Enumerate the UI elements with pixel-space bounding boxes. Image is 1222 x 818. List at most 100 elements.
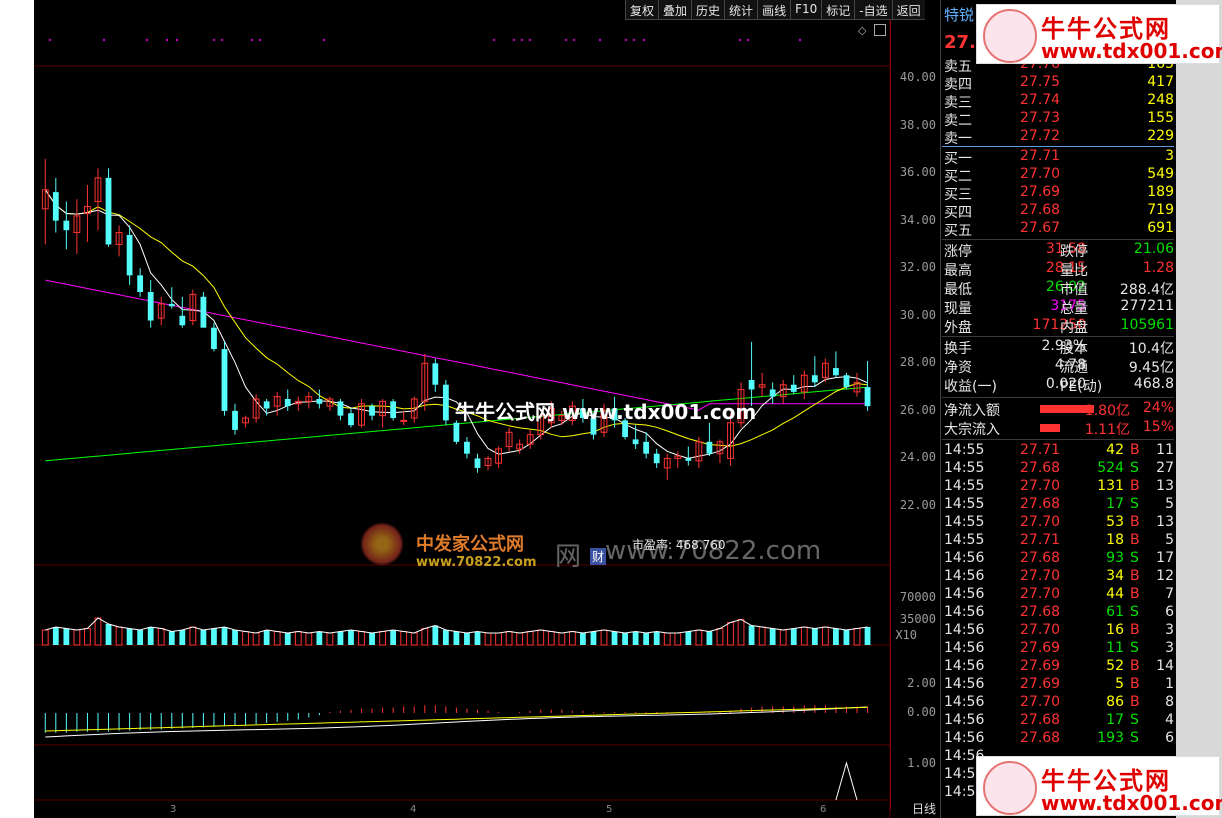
toolbar-button[interactable]: 统计 [724, 0, 758, 20]
quote-cell: 6 [1165, 730, 1174, 746]
quote-cell: 27.71 [1020, 532, 1061, 548]
stock-name[interactable]: 特锐 [944, 4, 974, 25]
quote-cell: 719 [1147, 202, 1174, 218]
signal-dot [572, 38, 576, 42]
tick-trade-row[interactable]: 14:56 27.70 34 B 12 [944, 568, 1174, 586]
quote-cell: 最高 [944, 263, 972, 279]
volume-bar [748, 625, 755, 645]
quote-cell: 大宗流入 [944, 422, 1000, 438]
order-book-sell-row[interactable]: 卖一 27.72 229 [944, 128, 1174, 147]
cai-badge[interactable]: 财 [590, 548, 607, 565]
quote-cell: 14:55 [944, 514, 985, 530]
candle-body [63, 220, 70, 231]
quote-cell: S [1130, 496, 1139, 512]
volume-bar [294, 631, 302, 646]
tick-trade-row[interactable]: 14:55 27.71 42 B 11 [944, 442, 1174, 460]
order-book-buy-row[interactable]: 买一 27.71 3 [944, 148, 1174, 167]
quote-cell: 10.4亿 [1128, 341, 1174, 357]
period-label[interactable]: 日线 [912, 800, 936, 817]
signal-dot [798, 38, 802, 42]
quote-cell: 跌停 [1060, 244, 1088, 260]
quote-cell: 14:56 [944, 658, 985, 674]
volume-bar [273, 631, 281, 646]
tick-trade-row[interactable]: 14:56 27.68 193 S 6 [944, 730, 1174, 748]
signal-dot [642, 38, 646, 42]
order-book-sell-row[interactable]: 卖二 27.73 155 [944, 110, 1174, 129]
tick-trade-row[interactable]: 14:56 27.70 86 B 8 [944, 694, 1174, 712]
flow-bar [1040, 405, 1094, 413]
toolbar-button[interactable]: 返回 [891, 0, 925, 20]
tick-trade-row[interactable]: 14:56 27.70 44 B 7 [944, 586, 1174, 604]
diamond-icon[interactable]: ◇ [858, 24, 866, 37]
cow-icon [983, 9, 1037, 63]
brand-logo-top: 牛牛公式网 www.tdx001.com [976, 4, 1222, 64]
quote-cell: 14 [1156, 658, 1174, 674]
indicator-tick: 1.00 [907, 756, 936, 770]
order-book-buy-row[interactable]: 买五 27.67 691 [944, 220, 1174, 239]
quote-cell: 18 [1106, 532, 1124, 548]
volume-bar [758, 626, 766, 646]
candle-body [221, 349, 228, 411]
stat-row[interactable]: 现量 3175 总量 277211 [944, 298, 1174, 317]
stat-row[interactable]: 净资 4.78 流通 9.45亿 [944, 357, 1174, 376]
right-side-panel [1176, 0, 1222, 818]
quote-cell: 288.4亿 [1119, 282, 1174, 298]
toolbar-button[interactable]: 标记 [821, 0, 855, 20]
quote-cell: 1.11亿 [1084, 422, 1130, 438]
toolbar-button[interactable]: 叠加 [658, 0, 692, 20]
quote-cell: S [1130, 460, 1139, 476]
toolbar-button[interactable]: F10 [790, 0, 822, 20]
stat-row[interactable]: 收益(一) 0.020 PE(动) 468.8 [944, 376, 1174, 395]
volume-bar [580, 633, 586, 645]
volume-bar [115, 626, 123, 646]
stat-row[interactable]: 涨停 31.58 跌停 21.06 [944, 241, 1174, 260]
tick-trade-row[interactable]: 14:55 27.68 524 S 27 [944, 460, 1174, 478]
toolbar-button[interactable]: -自选 [854, 0, 892, 20]
tick-trade-row[interactable]: 14:56 27.70 16 B 3 [944, 622, 1174, 640]
order-book-buy-row[interactable]: 买四 27.68 719 [944, 202, 1174, 221]
order-book-sell-row[interactable]: 卖三 27.74 248 [944, 92, 1174, 111]
quote-cell: 27.68 [1020, 460, 1061, 476]
tick-trade-row[interactable]: 14:56 27.69 5 B 1 [944, 676, 1174, 694]
tick-trade-row[interactable]: 14:56 27.69 11 S 3 [944, 640, 1174, 658]
tick-trade-row[interactable]: 14:56 27.68 93 S 17 [944, 550, 1174, 568]
quote-cell: PE(动) [1060, 379, 1103, 395]
candle-body [769, 389, 776, 397]
volume-bar [464, 633, 470, 645]
quote-cell: 27.68 [1020, 202, 1061, 218]
candle-body [390, 401, 397, 419]
stat-row[interactable]: 换手 2.93% 股本 10.4亿 [944, 338, 1174, 357]
quote-cell: 17 [1106, 496, 1124, 512]
order-book-buy-row[interactable]: 买二 27.70 549 [944, 166, 1174, 185]
quote-cell: 27.69 [1020, 658, 1061, 674]
toolbar-button[interactable]: 历史 [691, 0, 725, 20]
tick-trade-row[interactable]: 14:55 27.70 53 B 13 [944, 514, 1174, 532]
quote-cell: 涨停 [944, 244, 972, 260]
quote-cell: 27.70 [1020, 694, 1061, 710]
tick-trade-row[interactable]: 14:56 27.68 17 S 4 [944, 712, 1174, 730]
volume-bar [547, 631, 555, 646]
quote-cell: 9.45亿 [1128, 360, 1174, 376]
volume-bar [811, 628, 818, 645]
candle-body [263, 401, 270, 409]
signal-dot [528, 38, 532, 42]
stat-row[interactable]: 最高 28.15 量比 1.28 [944, 260, 1174, 279]
tick-trade-row[interactable]: 14:55 27.68 17 S 5 [944, 496, 1174, 514]
fazhan-flower-logo [360, 522, 404, 566]
volume-bar [622, 633, 628, 645]
order-book-sell-row[interactable]: 卖四 27.75 417 [944, 74, 1174, 93]
stat-row[interactable]: 外盘 171250 内盘 105961 [944, 317, 1174, 336]
candle-body [790, 384, 797, 392]
stat-row[interactable]: 最低 26.02 市值 288.4亿 [944, 279, 1174, 298]
tick-trade-row[interactable]: 14:56 27.69 52 B 14 [944, 658, 1174, 676]
volume-bar [821, 626, 829, 646]
tick-trade-row[interactable]: 14:55 27.71 18 B 5 [944, 532, 1174, 550]
window-toggle-icon[interactable] [874, 24, 886, 36]
tick-trade-row[interactable]: 14:56 27.68 61 S 6 [944, 604, 1174, 622]
toolbar-button[interactable]: 画线 [757, 0, 791, 20]
order-book-buy-row[interactable]: 买三 27.69 189 [944, 184, 1174, 203]
quote-cell: 27.74 [1020, 92, 1061, 108]
tick-trade-row[interactable]: 14:55 27.70 131 B 13 [944, 478, 1174, 496]
toolbar-button[interactable]: 复权 [625, 0, 659, 20]
candle-body [211, 327, 217, 350]
